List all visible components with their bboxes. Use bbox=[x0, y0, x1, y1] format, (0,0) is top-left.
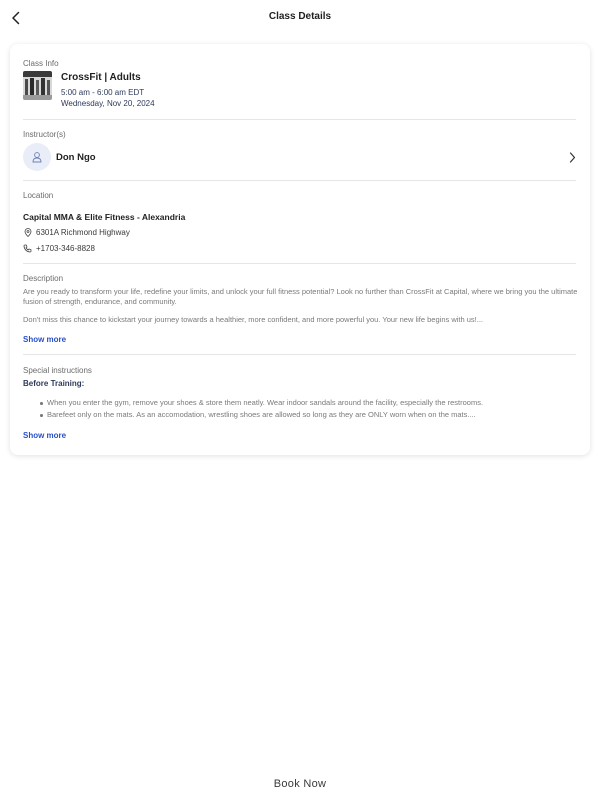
location-phone-row[interactable]: +1703-346-8828 bbox=[23, 244, 95, 253]
location-address-row[interactable]: 6301A Richmond Highway bbox=[23, 228, 130, 237]
description-paragraph-2: Don't miss this chance to kickstart your… bbox=[23, 315, 483, 324]
class-date: Wednesday, Nov 20, 2024 bbox=[61, 99, 155, 108]
list-item-text: When you enter the gym, remove your shoe… bbox=[47, 398, 484, 407]
instructions-show-more-link[interactable]: Show more bbox=[23, 431, 66, 440]
location-name: Capital MMA & Elite Fitness - Alexandria bbox=[23, 212, 186, 222]
location-phone: +1703-346-8828 bbox=[36, 244, 95, 253]
bullet-icon bbox=[40, 414, 43, 417]
location-address: 6301A Richmond Highway bbox=[36, 228, 130, 237]
class-time: 5:00 am - 6:00 am EDT bbox=[61, 88, 145, 97]
instructor-name: Don Ngo bbox=[56, 152, 96, 163]
divider bbox=[23, 180, 576, 181]
description-paragraph-1: Are you ready to transform your life, re… bbox=[23, 287, 578, 306]
avatar bbox=[23, 143, 51, 171]
divider bbox=[23, 119, 576, 120]
special-instructions-label: Special instructions bbox=[23, 366, 92, 375]
instructions-list: When you enter the gym, remove your shoe… bbox=[40, 398, 575, 422]
description-label: Description bbox=[23, 274, 64, 283]
book-now-button[interactable]: Book Now bbox=[0, 778, 600, 790]
instructors-label: Instructor(s) bbox=[23, 130, 66, 139]
before-training-heading: Before Training: bbox=[23, 379, 85, 388]
list-item-text: Barefeet only on the mats. As an accomod… bbox=[47, 410, 476, 419]
description-show-more-link[interactable]: Show more bbox=[23, 335, 66, 344]
class-info-label: Class Info bbox=[23, 59, 59, 68]
class-thumbnail bbox=[23, 71, 52, 100]
divider bbox=[23, 263, 576, 264]
class-details-card: Class Info CrossFit | Adults 5:00 am - 6… bbox=[10, 44, 590, 455]
page-title: Class Details bbox=[268, 11, 332, 22]
class-name: CrossFit | Adults bbox=[61, 72, 141, 83]
top-bar: Class Details bbox=[0, 0, 600, 36]
user-icon bbox=[32, 152, 42, 163]
instructor-row[interactable]: Don Ngo bbox=[23, 142, 578, 172]
bullet-icon bbox=[40, 402, 43, 405]
map-pin-icon bbox=[23, 228, 32, 237]
chevron-right-icon bbox=[566, 150, 578, 164]
phone-icon bbox=[23, 244, 32, 253]
list-item: When you enter the gym, remove your shoe… bbox=[40, 398, 575, 409]
list-item: Barefeet only on the mats. As an accomod… bbox=[40, 410, 575, 421]
location-label: Location bbox=[23, 191, 54, 200]
divider bbox=[23, 354, 576, 355]
